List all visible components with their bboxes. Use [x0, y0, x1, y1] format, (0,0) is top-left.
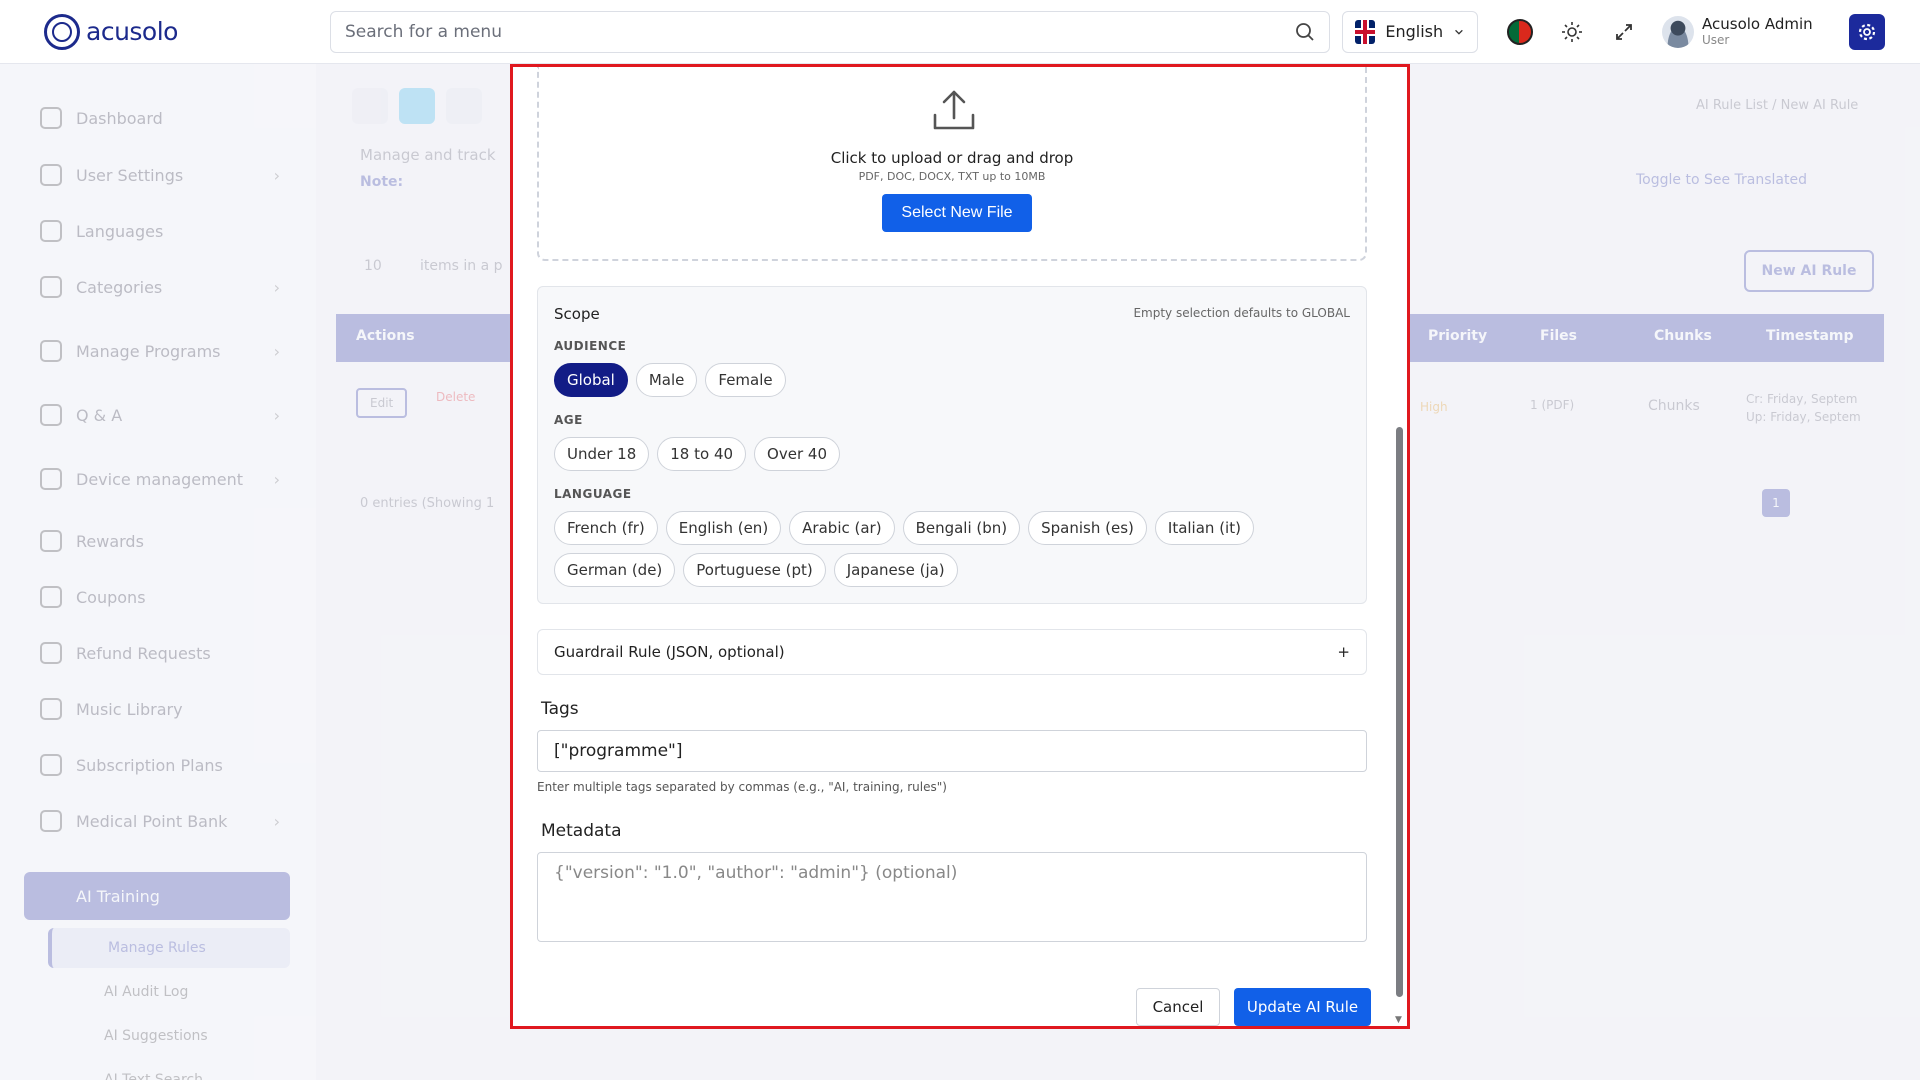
- language-chips: French (fr) English (en) Arabic (ar) Ben…: [554, 511, 1354, 587]
- language-selector[interactable]: English: [1342, 10, 1478, 53]
- avatar: [1662, 15, 1694, 48]
- chip-language-bn[interactable]: Bengali (bn): [902, 511, 1021, 545]
- metadata-label: Metadata: [541, 821, 622, 841]
- tags-label: Tags: [541, 699, 579, 719]
- logo-icon: [44, 13, 80, 50]
- upload-icon: [933, 90, 975, 130]
- scope-panel: Scope Empty selection defaults to GLOBAL…: [537, 286, 1367, 604]
- search-icon[interactable]: [1295, 22, 1315, 42]
- theme-toggle-button[interactable]: [1552, 12, 1592, 52]
- logo-text: acusolo: [86, 17, 178, 46]
- language-label: English: [1385, 22, 1444, 41]
- tags-hint: Enter multiple tags separated by commas …: [537, 780, 947, 794]
- uk-flag-icon: [1355, 19, 1376, 44]
- region-flag-button[interactable]: [1500, 12, 1540, 52]
- select-new-file-button[interactable]: Select New File: [882, 194, 1032, 232]
- gear-icon: [1858, 23, 1875, 40]
- guardrail-label: Guardrail Rule (JSON, optional): [554, 643, 785, 661]
- upload-subtitle: PDF, DOC, DOCX, TXT up to 10MB: [858, 170, 1046, 183]
- user-role: User: [1702, 33, 1730, 47]
- chip-language-it[interactable]: Italian (it): [1154, 511, 1254, 545]
- edit-ai-rule-modal: Click to upload or drag and drop PDF, DO…: [510, 64, 1410, 1029]
- chevron-down-icon: [1455, 29, 1463, 35]
- chip-language-es[interactable]: Spanish (es): [1028, 511, 1147, 545]
- age-label: AGE: [554, 413, 583, 427]
- upload-title: Click to upload or drag and drop: [830, 149, 1074, 167]
- age-chips: Under 18 18 to 40 Over 40: [554, 437, 1354, 471]
- fullscreen-button[interactable]: [1604, 12, 1644, 52]
- audience-label: AUDIENCE: [554, 339, 627, 353]
- expand-icon: [1616, 23, 1632, 40]
- scope-title: Scope: [554, 305, 600, 323]
- chip-language-de[interactable]: German (de): [554, 553, 676, 587]
- update-ai-rule-button[interactable]: Update AI Rule: [1234, 988, 1371, 1026]
- language-label: LANGUAGE: [554, 487, 632, 501]
- chip-language-pt[interactable]: Portuguese (pt): [683, 553, 826, 587]
- user-menu[interactable]: Acusolo Admin User: [1662, 15, 1813, 48]
- settings-button[interactable]: [1848, 13, 1885, 50]
- plus-icon: +: [1337, 643, 1350, 661]
- chip-age-under-18[interactable]: Under 18: [554, 437, 650, 471]
- guardrail-rule-accordion[interactable]: Guardrail Rule (JSON, optional) +: [537, 629, 1367, 675]
- chip-audience-global[interactable]: Global: [554, 363, 628, 397]
- cancel-button[interactable]: Cancel: [1136, 988, 1220, 1026]
- tags-input[interactable]: [537, 730, 1367, 772]
- sun-icon: [1562, 21, 1582, 42]
- chip-language-fr[interactable]: French (fr): [554, 511, 658, 545]
- modal-scrollbar[interactable]: [1396, 427, 1403, 997]
- menu-search-input[interactable]: Search for a menu: [330, 10, 1330, 53]
- portugal-flag-icon: [1507, 18, 1533, 45]
- user-name: Acusolo Admin: [1702, 15, 1813, 33]
- chip-audience-female[interactable]: Female: [705, 363, 786, 397]
- chip-language-en[interactable]: English (en): [665, 511, 782, 545]
- chip-language-ar[interactable]: Arabic (ar): [789, 511, 895, 545]
- audience-chips: Global Male Female: [554, 363, 1354, 397]
- chip-age-18-to-40[interactable]: 18 to 40: [657, 437, 747, 471]
- chip-audience-male[interactable]: Male: [635, 363, 698, 397]
- search-placeholder: Search for a menu: [345, 21, 502, 42]
- chip-age-over-40[interactable]: Over 40: [754, 437, 840, 471]
- scroll-down-icon[interactable]: ▼: [1395, 1015, 1402, 1025]
- file-dropzone[interactable]: Click to upload or drag and drop PDF, DO…: [537, 67, 1367, 261]
- scope-hint: Empty selection defaults to GLOBAL: [1133, 306, 1350, 320]
- app-logo[interactable]: acusolo: [44, 13, 324, 50]
- top-header: acusolo Search for a menu English Acusol…: [0, 0, 1920, 64]
- metadata-textarea[interactable]: [537, 852, 1367, 942]
- chip-language-ja[interactable]: Japanese (ja): [833, 553, 958, 587]
